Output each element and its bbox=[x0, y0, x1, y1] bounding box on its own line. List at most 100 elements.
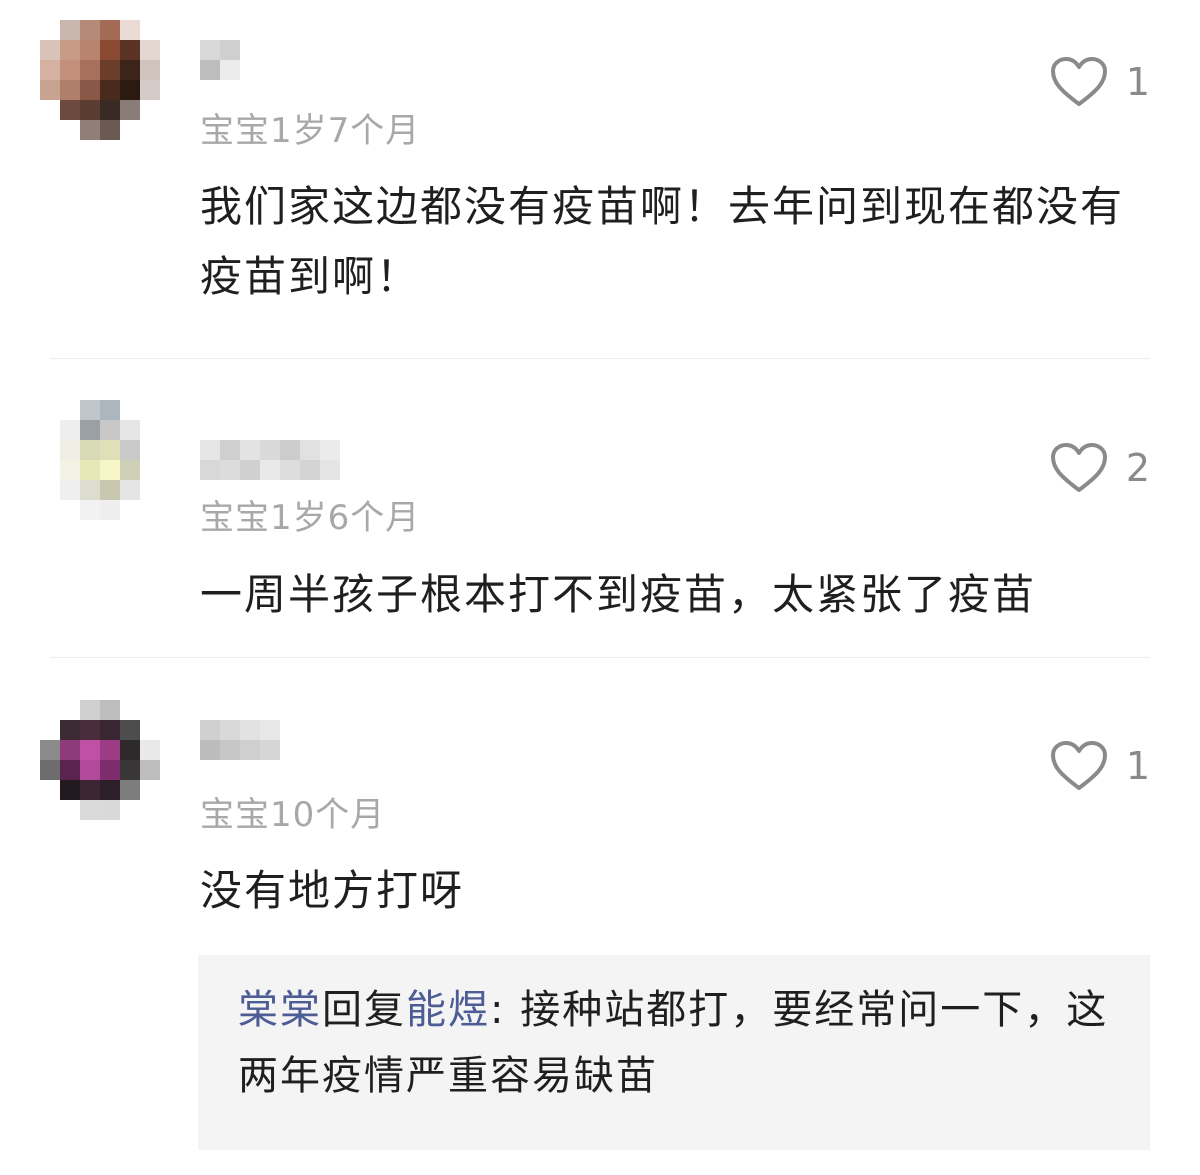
avatar-pixel bbox=[100, 460, 120, 480]
avatar-pixel bbox=[60, 460, 80, 480]
avatar-pixel bbox=[40, 700, 60, 720]
avatar-pixel bbox=[60, 40, 80, 60]
avatar-pixel bbox=[40, 120, 60, 140]
like-button[interactable]: 2 bbox=[1050, 442, 1150, 494]
comment-text: 没有地方打呀 bbox=[200, 866, 465, 915]
divider bbox=[50, 358, 1150, 359]
reply-box[interactable]: 棠棠回复能煜: 接种站都打，要经常问一下，这两年疫情严重容易缺苗 bbox=[198, 955, 1150, 1150]
avatar-pixel bbox=[80, 60, 100, 80]
avatar-pixel bbox=[140, 60, 160, 80]
avatar-pixel bbox=[80, 40, 100, 60]
like-count: 1 bbox=[1125, 744, 1150, 788]
avatar-pixel bbox=[80, 720, 100, 740]
username-pixel bbox=[240, 440, 260, 460]
baby-age: 宝宝1岁6个月 bbox=[200, 498, 421, 538]
username-pixel bbox=[300, 440, 320, 460]
avatar-pixel bbox=[100, 120, 120, 140]
username-pixel bbox=[320, 460, 340, 480]
avatar-pixel bbox=[120, 80, 140, 100]
avatar-pixel bbox=[100, 80, 120, 100]
avatar-pixel bbox=[60, 500, 80, 520]
username-pixel bbox=[220, 440, 240, 460]
avatar-pixel bbox=[100, 480, 120, 500]
username-pixel bbox=[280, 440, 300, 460]
avatar-pixel bbox=[60, 800, 80, 820]
baby-age: 宝宝10个月 bbox=[200, 795, 386, 835]
reply-target[interactable]: 能煜 bbox=[406, 987, 490, 1033]
reply-author[interactable]: 棠棠 bbox=[238, 987, 322, 1033]
avatar-pixel bbox=[100, 400, 120, 420]
reply-separator: : bbox=[490, 987, 521, 1033]
heart-outline-icon bbox=[1050, 741, 1107, 790]
avatar-pixel bbox=[60, 740, 80, 760]
avatar-pixel bbox=[140, 80, 160, 100]
username-blurred[interactable] bbox=[200, 40, 240, 80]
avatar-pixel bbox=[140, 420, 160, 440]
avatar-pixel bbox=[60, 480, 80, 500]
avatar-pixel bbox=[40, 740, 60, 760]
username-pixel bbox=[260, 740, 280, 760]
like-button[interactable]: 1 bbox=[1050, 56, 1150, 108]
avatar-pixel bbox=[140, 740, 160, 760]
avatar[interactable] bbox=[40, 20, 160, 140]
avatar-pixel bbox=[120, 400, 140, 420]
avatar-pixel bbox=[60, 120, 80, 140]
username-blurred[interactable] bbox=[200, 440, 340, 480]
username-pixel bbox=[280, 460, 300, 480]
avatar-pixel bbox=[120, 700, 140, 720]
avatar[interactable] bbox=[40, 700, 160, 820]
avatar-pixel bbox=[60, 20, 80, 40]
username-pixel bbox=[200, 460, 220, 480]
avatar-pixel bbox=[140, 760, 160, 780]
avatar-pixel bbox=[40, 40, 60, 60]
avatar-pixel bbox=[80, 760, 100, 780]
avatar-pixel bbox=[120, 780, 140, 800]
username-blurred[interactable] bbox=[200, 720, 280, 760]
avatar-pixel bbox=[60, 780, 80, 800]
avatar-pixel bbox=[140, 720, 160, 740]
avatar-pixel bbox=[40, 720, 60, 740]
avatar-pixel bbox=[140, 500, 160, 520]
avatar-pixel bbox=[40, 460, 60, 480]
like-button[interactable]: 1 bbox=[1050, 740, 1150, 792]
avatar-pixel bbox=[60, 420, 80, 440]
avatar-pixel bbox=[80, 80, 100, 100]
username-pixel bbox=[220, 720, 240, 740]
avatar-pixel bbox=[140, 20, 160, 40]
username-pixel bbox=[200, 740, 220, 760]
avatar-pixel bbox=[120, 460, 140, 480]
avatar-pixel bbox=[40, 800, 60, 820]
reply-verb: 回复 bbox=[322, 987, 406, 1033]
avatar-pixel bbox=[40, 760, 60, 780]
avatar-pixel bbox=[60, 400, 80, 420]
avatar-pixel bbox=[120, 60, 140, 80]
avatar-pixel bbox=[80, 440, 100, 460]
username-pixel bbox=[300, 460, 320, 480]
avatar-pixel bbox=[80, 800, 100, 820]
comment-text: 我们家这边都没有疫苗啊！去年问到现在都没有疫苗到啊！ bbox=[200, 182, 1125, 301]
username-pixel bbox=[220, 460, 240, 480]
avatar[interactable] bbox=[40, 400, 160, 520]
avatar-pixel bbox=[140, 100, 160, 120]
avatar-pixel bbox=[80, 400, 100, 420]
avatar-pixel bbox=[140, 40, 160, 60]
avatar-pixel bbox=[100, 100, 120, 120]
avatar-pixel bbox=[140, 460, 160, 480]
avatar-pixel bbox=[40, 480, 60, 500]
avatar-pixel bbox=[120, 420, 140, 440]
avatar-pixel bbox=[100, 720, 120, 740]
avatar-pixel bbox=[40, 60, 60, 80]
avatar-pixel bbox=[80, 480, 100, 500]
username-pixel bbox=[220, 40, 240, 60]
avatar-pixel bbox=[120, 740, 140, 760]
username-pixel bbox=[200, 40, 220, 60]
username-pixel bbox=[260, 720, 280, 740]
avatar-pixel bbox=[140, 700, 160, 720]
avatar-pixel bbox=[60, 440, 80, 460]
avatar-pixel bbox=[80, 120, 100, 140]
avatar-pixel bbox=[60, 760, 80, 780]
avatar-pixel bbox=[140, 440, 160, 460]
comment-text: 一周半孩子根本打不到疫苗，太紧张了疫苗 bbox=[200, 570, 1037, 619]
username-pixel bbox=[240, 740, 260, 760]
avatar-pixel bbox=[40, 20, 60, 40]
